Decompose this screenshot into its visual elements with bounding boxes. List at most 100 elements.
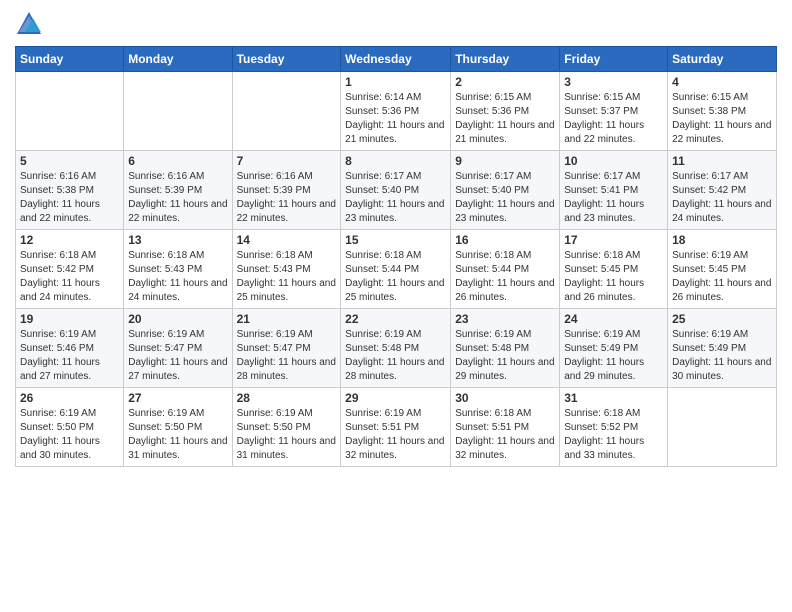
calendar-week-row: 19 Sunrise: 6:19 AM Sunset: 5:46 PM Dayli…	[16, 309, 777, 388]
day-number: 10	[564, 154, 663, 168]
calendar-cell: 3 Sunrise: 6:15 AM Sunset: 5:37 PM Daylig…	[560, 72, 668, 151]
calendar-cell: 16 Sunrise: 6:18 AM Sunset: 5:44 PM Dayli…	[451, 230, 560, 309]
calendar-cell: 13 Sunrise: 6:18 AM Sunset: 5:43 PM Dayli…	[124, 230, 232, 309]
day-number: 8	[345, 154, 446, 168]
calendar-cell: 27 Sunrise: 6:19 AM Sunset: 5:50 PM Dayli…	[124, 388, 232, 467]
calendar-cell: 28 Sunrise: 6:19 AM Sunset: 5:50 PM Dayli…	[232, 388, 341, 467]
calendar-day-header: Friday	[560, 47, 668, 72]
day-number: 7	[237, 154, 337, 168]
day-number: 15	[345, 233, 446, 247]
calendar-cell: 7Sunrise: 6:16 AM Sunset: 5:39 PM Daylig…	[232, 151, 341, 230]
calendar-cell: 12 Sunrise: 6:18 AM Sunset: 5:42 PM Dayli…	[16, 230, 124, 309]
day-number: 18	[672, 233, 772, 247]
calendar-header-row: SundayMondayTuesdayWednesdayThursdayFrid…	[16, 47, 777, 72]
day-number: 2	[455, 75, 555, 89]
day-info: Sunrise: 6:17 AM Sunset: 5:41 PM Dayligh…	[564, 170, 663, 226]
calendar-cell	[232, 72, 341, 151]
day-number: 25	[672, 312, 772, 326]
day-info: Sunrise: 6:19 AM Sunset: 5:48 PM Dayligh…	[455, 328, 555, 384]
day-info: Sunrise: 6:18 AM Sunset: 5:42 PM Dayligh…	[20, 249, 119, 305]
day-info: Sunrise: 6:15 AM Sunset: 5:36 PM Dayligh…	[455, 91, 555, 147]
calendar-week-row: 12 Sunrise: 6:18 AM Sunset: 5:42 PM Dayli…	[16, 230, 777, 309]
calendar-cell: 2 Sunrise: 6:15 AM Sunset: 5:36 PM Daylig…	[451, 72, 560, 151]
page-header	[15, 10, 777, 38]
day-number: 11	[672, 154, 772, 168]
logo-icon	[15, 10, 43, 38]
day-info: Sunrise: 6:19 AM Sunset: 5:45 PM Dayligh…	[672, 249, 772, 305]
calendar-cell: 26Sunrise: 6:19 AM Sunset: 5:50 PM Dayli…	[16, 388, 124, 467]
calendar-cell: 14Sunrise: 6:18 AM Sunset: 5:43 PM Dayli…	[232, 230, 341, 309]
calendar-day-header: Wednesday	[341, 47, 451, 72]
day-number: 1	[345, 75, 446, 89]
day-number: 22	[345, 312, 446, 326]
calendar-day-header: Thursday	[451, 47, 560, 72]
calendar-day-header: Tuesday	[232, 47, 341, 72]
day-number: 4	[672, 75, 772, 89]
day-info: Sunrise: 6:19 AM Sunset: 5:47 PM Dayligh…	[128, 328, 227, 384]
calendar-cell	[16, 72, 124, 151]
day-number: 28	[237, 391, 337, 405]
calendar-cell: 19 Sunrise: 6:19 AM Sunset: 5:46 PM Dayli…	[16, 309, 124, 388]
calendar-cell: 24Sunrise: 6:19 AM Sunset: 5:49 PM Dayli…	[560, 309, 668, 388]
day-number: 9	[455, 154, 555, 168]
day-info: Sunrise: 6:19 AM Sunset: 5:49 PM Dayligh…	[564, 328, 663, 384]
calendar-cell: 4 Sunrise: 6:15 AM Sunset: 5:38 PM Daylig…	[668, 72, 777, 151]
day-number: 16	[455, 233, 555, 247]
calendar-day-header: Saturday	[668, 47, 777, 72]
calendar-cell: 9 Sunrise: 6:17 AM Sunset: 5:40 PM Daylig…	[451, 151, 560, 230]
calendar-cell: 8 Sunrise: 6:17 AM Sunset: 5:40 PM Daylig…	[341, 151, 451, 230]
day-number: 29	[345, 391, 446, 405]
calendar-cell: 11 Sunrise: 6:17 AM Sunset: 5:42 PM Dayli…	[668, 151, 777, 230]
calendar-week-row: 1 Sunrise: 6:14 AM Sunset: 5:36 PM Daylig…	[16, 72, 777, 151]
day-info: Sunrise: 6:19 AM Sunset: 5:50 PM Dayligh…	[237, 407, 337, 463]
day-info: Sunrise: 6:16 AM Sunset: 5:39 PM Dayligh…	[128, 170, 227, 226]
day-number: 27	[128, 391, 227, 405]
day-info: Sunrise: 6:18 AM Sunset: 5:43 PM Dayligh…	[237, 249, 337, 305]
day-info: Sunrise: 6:18 AM Sunset: 5:44 PM Dayligh…	[345, 249, 446, 305]
day-number: 19	[20, 312, 119, 326]
calendar-day-header: Sunday	[16, 47, 124, 72]
day-info: Sunrise: 6:19 AM Sunset: 5:47 PM Dayligh…	[237, 328, 337, 384]
day-info: Sunrise: 6:15 AM Sunset: 5:38 PM Dayligh…	[672, 91, 772, 147]
calendar-cell: 5 Sunrise: 6:16 AM Sunset: 5:38 PM Daylig…	[16, 151, 124, 230]
calendar-week-row: 26 Sunrise: 6:19 AM Sunset: 5:50 PM Dayli…	[16, 388, 777, 467]
day-info: Sunrise: 6:19 AM Sunset: 5:50 PM Dayligh…	[128, 407, 227, 463]
calendar-cell: 10 Sunrise: 6:17 AM Sunset: 5:41 PM Dayli…	[560, 151, 668, 230]
day-number: 6	[128, 154, 227, 168]
calendar-cell: 21 Sunrise: 6:19 AM Sunset: 5:47 PM Dayli…	[232, 309, 341, 388]
day-number: 5	[20, 154, 119, 168]
calendar-cell: 1 Sunrise: 6:14 AM Sunset: 5:36 PM Daylig…	[341, 72, 451, 151]
calendar-cell: 22 Sunrise: 6:19 AM Sunset: 5:48 PM Dayli…	[341, 309, 451, 388]
day-info: Sunrise: 6:19 AM Sunset: 5:46 PM Dayligh…	[20, 328, 119, 384]
day-info: Sunrise: 6:19 AM Sunset: 5:49 PM Dayligh…	[672, 328, 772, 384]
day-info: Sunrise: 6:15 AM Sunset: 5:37 PM Dayligh…	[564, 91, 663, 147]
calendar-week-row: 5 Sunrise: 6:16 AM Sunset: 5:38 PM Daylig…	[16, 151, 777, 230]
day-info: Sunrise: 6:18 AM Sunset: 5:43 PM Dayligh…	[128, 249, 227, 305]
day-number: 17	[564, 233, 663, 247]
day-info: Sunrise: 6:17 AM Sunset: 5:40 PM Dayligh…	[345, 170, 446, 226]
day-info: Sunrise: 6:18 AM Sunset: 5:45 PM Dayligh…	[564, 249, 663, 305]
calendar-cell: 23Sunrise: 6:19 AM Sunset: 5:48 PM Dayli…	[451, 309, 560, 388]
day-info: Sunrise: 6:18 AM Sunset: 5:44 PM Dayligh…	[455, 249, 555, 305]
calendar-cell: 18 Sunrise: 6:19 AM Sunset: 5:45 PM Dayli…	[668, 230, 777, 309]
day-number: 21	[237, 312, 337, 326]
day-info: Sunrise: 6:17 AM Sunset: 5:40 PM Dayligh…	[455, 170, 555, 226]
calendar-cell: 29 Sunrise: 6:19 AM Sunset: 5:51 PM Dayli…	[341, 388, 451, 467]
day-info: Sunrise: 6:16 AM Sunset: 5:38 PM Dayligh…	[20, 170, 119, 226]
day-number: 12	[20, 233, 119, 247]
day-number: 26	[20, 391, 119, 405]
calendar-cell: 17 Sunrise: 6:18 AM Sunset: 5:45 PM Dayli…	[560, 230, 668, 309]
day-number: 31	[564, 391, 663, 405]
day-number: 13	[128, 233, 227, 247]
logo	[15, 10, 47, 38]
day-number: 3	[564, 75, 663, 89]
calendar-cell: 30Sunrise: 6:18 AM Sunset: 5:51 PM Dayli…	[451, 388, 560, 467]
day-number: 20	[128, 312, 227, 326]
day-info: Sunrise: 6:17 AM Sunset: 5:42 PM Dayligh…	[672, 170, 772, 226]
calendar-cell: 25 Sunrise: 6:19 AM Sunset: 5:49 PM Dayli…	[668, 309, 777, 388]
day-info: Sunrise: 6:19 AM Sunset: 5:51 PM Dayligh…	[345, 407, 446, 463]
day-info: Sunrise: 6:18 AM Sunset: 5:51 PM Dayligh…	[455, 407, 555, 463]
day-info: Sunrise: 6:19 AM Sunset: 5:48 PM Dayligh…	[345, 328, 446, 384]
day-info: Sunrise: 6:14 AM Sunset: 5:36 PM Dayligh…	[345, 91, 446, 147]
calendar-cell	[124, 72, 232, 151]
